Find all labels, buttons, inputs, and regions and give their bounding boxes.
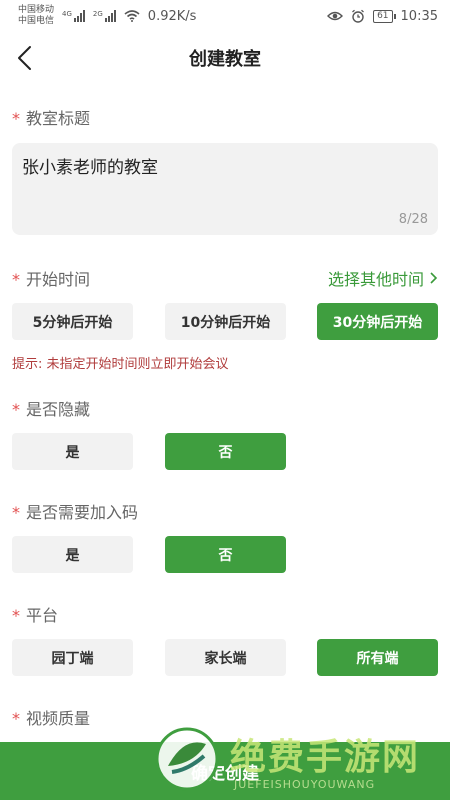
char-counter: 8/28 [398,212,428,227]
signal-icon-2: 2G [93,10,116,22]
platform-all-button[interactable]: 所有端 [317,639,438,676]
platform-teacher-button[interactable]: 园丁端 [12,639,133,676]
join-code-label-text: 是否需要加入码 [26,503,139,522]
battery-icon: 61 [373,9,397,23]
create-button[interactable]: 确定创建 [0,742,450,800]
network-speed: 0.92K/s [147,8,197,24]
platform-parent-button[interactable]: 家长端 [165,639,286,676]
room-title-label: * 教室标题 [12,105,90,129]
nav-bar: 创建教室 [0,36,450,80]
join-code-yes-button[interactable]: 是 [12,536,133,573]
room-title-label-text: 教室标题 [26,109,91,128]
start-time-label: * 开始时间 [12,266,90,290]
status-bar: 中国移动 中国电信 4G 2G 0.92K/s 61 10:35 [0,0,450,32]
hidden-label: * 是否隐藏 [12,396,90,420]
carrier-1: 中国移动 [18,5,55,15]
platform-label-text: 平台 [26,606,59,625]
hidden-no-button[interactable]: 否 [165,433,286,470]
carrier-2: 中国电信 [18,16,55,26]
wifi-icon [124,10,140,22]
video-quality-label-text: 视频质量 [26,709,91,728]
network-type-1: 4G [62,10,72,18]
chevron-left-icon[interactable] [10,42,42,74]
required-star: * [12,709,20,728]
required-star: * [12,606,20,625]
platform-label: * 平台 [12,602,58,626]
required-star: * [12,400,20,419]
room-title-box[interactable]: 8/28 [12,143,438,235]
join-code-no-button[interactable]: 否 [165,536,286,573]
page-title: 创建教室 [189,49,261,70]
hidden-label-text: 是否隐藏 [26,400,91,419]
signal-icon: 4G [62,10,85,22]
room-title-input[interactable] [22,155,422,175]
create-button-label: 确定创建 [191,763,259,784]
status-left: 中国移动 中国电信 4G 2G 0.92K/s [18,5,196,27]
status-right: 61 10:35 [327,9,438,24]
start-10min-button[interactable]: 10分钟后开始 [165,303,286,340]
alarm-icon [352,9,365,23]
choose-other-time-text: 选择其他时间 [327,270,424,289]
required-star: * [12,503,20,522]
network-type-2: 2G [92,10,103,18]
start-time-hint: 提示: 未指定开始时间则立即开始会议 [12,357,229,372]
choose-other-time-link[interactable]: 选择其他时间 [328,266,438,290]
join-code-label: * 是否需要加入码 [12,499,138,523]
video-quality-label: * 视频质量 [12,705,90,729]
start-5min-button[interactable]: 5分钟后开始 [12,303,133,340]
carrier-info: 中国移动 中国电信 [18,5,54,27]
hidden-yes-button[interactable]: 是 [12,433,133,470]
start-30min-button[interactable]: 30分钟后开始 [317,303,438,340]
start-time-label-text: 开始时间 [26,270,91,289]
required-star: * [12,270,20,289]
eye-icon [327,11,344,21]
clock: 10:35 [400,8,438,24]
required-star: * [12,109,20,128]
chevron-right-icon [430,272,438,284]
